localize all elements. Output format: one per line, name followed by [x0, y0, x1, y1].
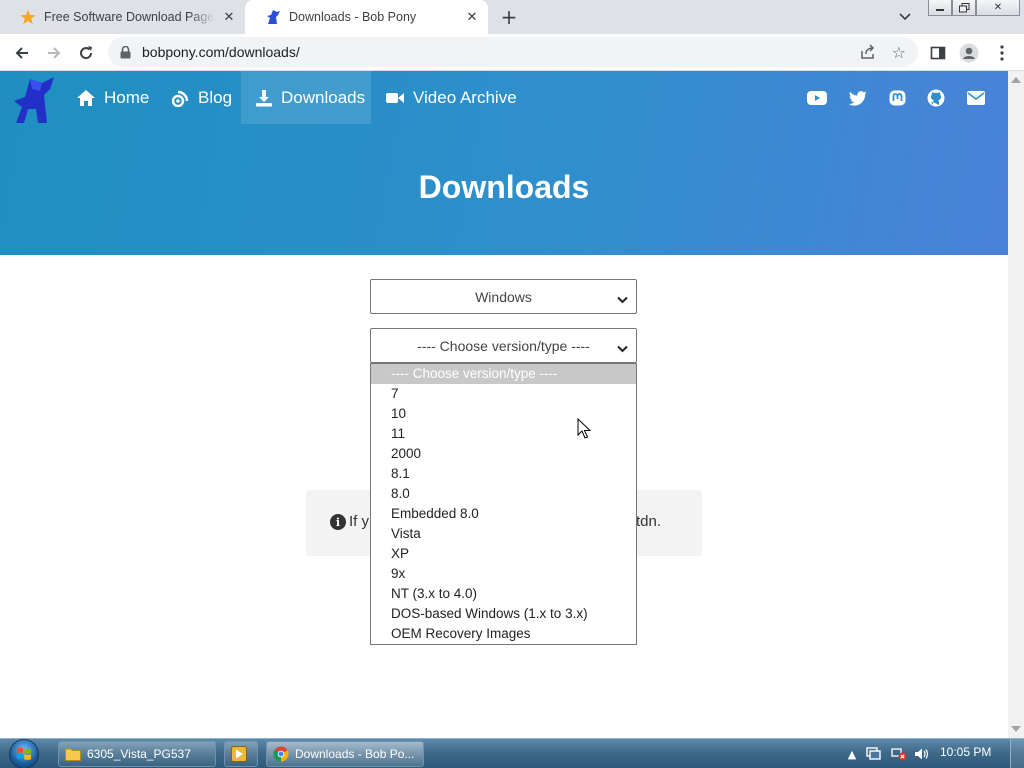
dropdown-option[interactable]: 8.0 [371, 484, 636, 504]
url-text: bobpony.com/downloads/ [142, 44, 300, 60]
nav-video-archive[interactable]: Video Archive [375, 71, 520, 124]
tab-title: Downloads - Bob Pony [289, 10, 417, 24]
menu-kebab-icon[interactable] [992, 43, 1012, 63]
info-text-left: If y [349, 513, 370, 530]
taskbar-button-label: 6305_Vista_PG537 [87, 747, 191, 761]
version-dropdown-list: ---- Choose version/type ---- 7 10 11 2000 8.… [370, 363, 637, 645]
dropdown-option[interactable]: Vista [371, 524, 636, 544]
dropdown-option[interactable]: XP [371, 544, 636, 564]
version-select-value: ---- Choose version/type ---- [417, 337, 590, 354]
nav-downloads[interactable]: Downloads [241, 71, 371, 124]
download-icon [255, 89, 273, 107]
dropdown-option[interactable]: DOS-based Windows (1.x to 3.x) [371, 604, 636, 624]
dropdown-option[interactable]: 2000 [371, 444, 636, 464]
tab-downloads[interactable]: Downloads - Bob Pony ✕ [245, 0, 488, 34]
volume-icon[interactable] [914, 746, 930, 762]
close-tab-icon[interactable]: ✕ [221, 9, 237, 25]
youtube-icon[interactable] [807, 88, 827, 108]
twitter-icon[interactable] [848, 88, 868, 108]
star-icon [20, 9, 36, 25]
chevron-down-icon [617, 340, 628, 356]
network-error-icon[interactable] [891, 746, 907, 762]
minimize-button[interactable] [928, 0, 952, 16]
github-icon[interactable] [926, 88, 946, 108]
reload-icon[interactable] [74, 41, 98, 65]
scroll-down-arrow-icon[interactable] [1011, 726, 1021, 732]
dropdown-option[interactable]: 8.1 [371, 464, 636, 484]
taskbar-media-player-button[interactable] [224, 741, 258, 767]
bobpony-favicon-icon [265, 9, 281, 25]
restore-button[interactable] [952, 0, 976, 16]
os-select[interactable]: Windows [370, 279, 637, 314]
bookmark-star-icon[interactable]: ☆ [892, 43, 906, 62]
blog-icon [172, 89, 190, 107]
share-icon[interactable] [860, 44, 876, 64]
close-tab-icon[interactable]: ✕ [464, 9, 480, 25]
chrome-icon [273, 746, 289, 762]
mouse-cursor-icon [577, 418, 591, 439]
windows-taskbar: 6305_Vista_PG537 Downloads - Bob Po... ▲… [0, 738, 1024, 768]
new-tab-button[interactable]: + [498, 5, 520, 29]
forward-arrow-icon[interactable] [42, 41, 66, 65]
nav-label: Blog [198, 87, 233, 107]
version-select[interactable]: ---- Choose version/type ---- [370, 328, 637, 363]
nav-home[interactable]: Home [66, 71, 156, 124]
email-icon[interactable] [966, 88, 986, 108]
folder-icon [65, 746, 81, 762]
scroll-up-arrow-icon[interactable] [1011, 77, 1021, 83]
info-circle-icon: i [330, 514, 346, 530]
media-player-icon [231, 746, 247, 762]
show-desktop-button[interactable] [1010, 739, 1024, 768]
address-bar[interactable]: bobpony.com/downloads/ ☆ [108, 37, 918, 67]
dropdown-option[interactable]: Embedded 8.0 [371, 504, 636, 524]
dropdown-option[interactable]: 9x [371, 564, 636, 584]
tray-overflow-icon[interactable]: ▲ [844, 746, 860, 762]
start-button[interactable] [4, 737, 44, 768]
browser-toolbar: bobpony.com/downloads/ ☆ [0, 34, 1024, 71]
nav-label: Video Archive [413, 87, 517, 107]
taskbar-clock[interactable]: 10:05 PM [940, 745, 991, 759]
tab-search-icon[interactable] [896, 8, 914, 26]
profile-avatar-icon[interactable] [959, 43, 979, 63]
tab-free-software[interactable]: Free Software Download Page - Bob Pony ✕ [0, 0, 245, 34]
nav-label: Home [104, 87, 150, 107]
dropdown-option[interactable]: 7 [371, 384, 636, 404]
dropdown-option[interactable]: 10 [371, 404, 636, 424]
video-camera-icon [385, 90, 405, 106]
tab-strip: Free Software Download Page - Bob Pony ✕… [0, 0, 1024, 34]
nav-blog[interactable]: Blog [162, 71, 242, 124]
page-title: Downloads [418, 169, 590, 205]
bobpony-logo[interactable] [10, 73, 60, 125]
mastodon-icon[interactable] [887, 88, 907, 108]
action-center-icon[interactable] [866, 746, 882, 762]
taskbar-chrome-button[interactable]: Downloads - Bob Po... [266, 741, 424, 767]
page-viewport: Home Blog Downloads Video Archive Downlo… [0, 71, 1008, 738]
dropdown-option[interactable]: NT (3.x to 4.0) [371, 584, 636, 604]
dropdown-option[interactable]: ---- Choose version/type ---- [371, 364, 636, 384]
lock-icon [120, 45, 132, 59]
home-icon [76, 89, 96, 107]
back-arrow-icon[interactable] [10, 41, 34, 65]
dropdown-option[interactable]: 11 [371, 424, 636, 444]
chevron-down-icon [617, 291, 628, 307]
hero-banner: Home Blog Downloads Video Archive Downlo… [0, 71, 1008, 255]
tab-title: Free Software Download Page - Bob Pony [44, 10, 215, 24]
taskbar-button-label: Downloads - Bob Po... [295, 747, 415, 761]
info-text-right: tdn. [636, 513, 662, 530]
dropdown-option[interactable]: OEM Recovery Images [371, 624, 636, 644]
vertical-scrollbar[interactable] [1008, 71, 1024, 738]
os-select-value: Windows [475, 288, 532, 305]
close-window-button[interactable]: ✕ [976, 0, 1020, 16]
taskbar-folder-button[interactable]: 6305_Vista_PG537 [58, 741, 216, 767]
side-panel-icon[interactable] [928, 43, 948, 63]
windows-logo-icon [9, 739, 39, 768]
nav-label: Downloads [281, 87, 366, 107]
site-navbar: Home Blog Downloads Video Archive [0, 71, 1008, 124]
